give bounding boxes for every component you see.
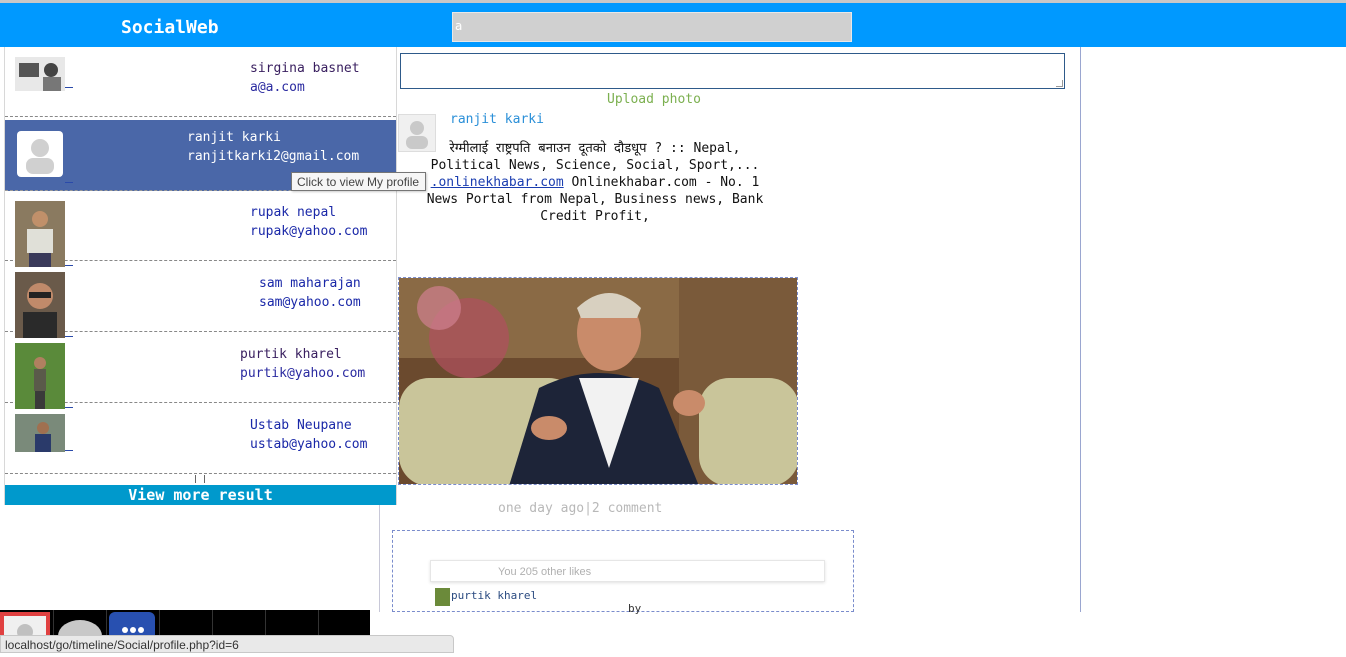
by-label: by (628, 602, 642, 615)
post-meta[interactable]: one day ago|2 comment (498, 501, 662, 516)
search-results-dropdown: sirgina basnet a@a.com ranjit karki ranj… (4, 47, 397, 505)
post-text-inline: Onlinekhabar.com - No. 1 (563, 175, 760, 190)
result-email: rupak@yahoo.com (250, 224, 368, 239)
result-email: sam@yahoo.com (259, 295, 361, 310)
result-link-underline (65, 450, 73, 451)
search-result-item[interactable]: Ustab Neupane ustab@yahoo.com (5, 404, 396, 474)
post-photo[interactable] (398, 277, 798, 485)
search-result-item[interactable]: sirgina basnet a@a.com (5, 47, 396, 117)
status-bar-url: localhost/go/timeline/Social/profile.php… (0, 635, 454, 653)
view-more-button[interactable]: View more result (5, 485, 396, 505)
result-name: purtik kharel (240, 347, 342, 362)
post-text-line: News Portal from Nepal, Business news, B… (426, 192, 764, 207)
result-name: Ustab Neupane (250, 418, 352, 433)
result-avatar (15, 343, 65, 409)
top-navbar: SocialWeb a (0, 3, 1346, 47)
search-result-item[interactable]: rupak nepal rupak@yahoo.com (5, 191, 396, 267)
search-result-item[interactable]: purtik kharel purtik@yahoo.com (5, 333, 396, 409)
profile-tooltip: Click to view My profile (291, 172, 426, 191)
result-link-underline (65, 182, 73, 183)
result-name: sirgina basnet (250, 61, 360, 76)
result-avatar (17, 131, 63, 177)
brand-logo[interactable]: SocialWeb (121, 17, 219, 38)
result-link-underline (65, 87, 73, 88)
result-avatar (15, 414, 65, 452)
result-name: ranjit karki (187, 130, 281, 145)
liker-name[interactable]: purtik kharel (451, 589, 537, 602)
post-author-name[interactable]: ranjit karki (450, 112, 544, 127)
result-email: purtik@yahoo.com (240, 366, 366, 381)
post-text-line: रेग्मीलाई राष्ट्रपति बनाउन दूतको दौडधूप … (449, 141, 741, 156)
result-email: ustab@yahoo.com (250, 437, 368, 452)
liker-avatar[interactable] (435, 588, 450, 606)
feed-right-border (1080, 47, 1081, 612)
upload-photo-link[interactable]: Upload photo (607, 92, 701, 107)
result-avatar (15, 201, 65, 267)
scroll-grip-icon[interactable] (195, 475, 205, 483)
result-avatar (15, 272, 65, 338)
post-content: रेग्मीलाई राष्ट्रपति बनाउन दूतको दौडधूप … (410, 140, 780, 225)
post-text-line: Political News, Science, Social, Sport,.… (430, 158, 760, 173)
post-textarea[interactable] (400, 53, 1065, 89)
result-name: sam maharajan (259, 276, 361, 291)
post-link[interactable]: .onlinekhabar.com (431, 175, 564, 190)
post-text-line: .onlinekhabar.com Onlinekhabar.com - No.… (410, 174, 780, 191)
likes-summary[interactable]: You 205 other likes (430, 560, 825, 582)
resize-handle-icon[interactable] (1056, 80, 1063, 87)
search-input[interactable]: a (452, 12, 852, 42)
result-email: a@a.com (250, 80, 305, 95)
post-text-line: Credit Profit, (540, 209, 650, 224)
search-result-item[interactable]: sam maharajan sam@yahoo.com (5, 262, 396, 338)
result-name: rupak nepal (250, 205, 337, 220)
result-avatar (15, 57, 65, 107)
result-email: ranjitkarki2@gmail.com (187, 149, 360, 164)
